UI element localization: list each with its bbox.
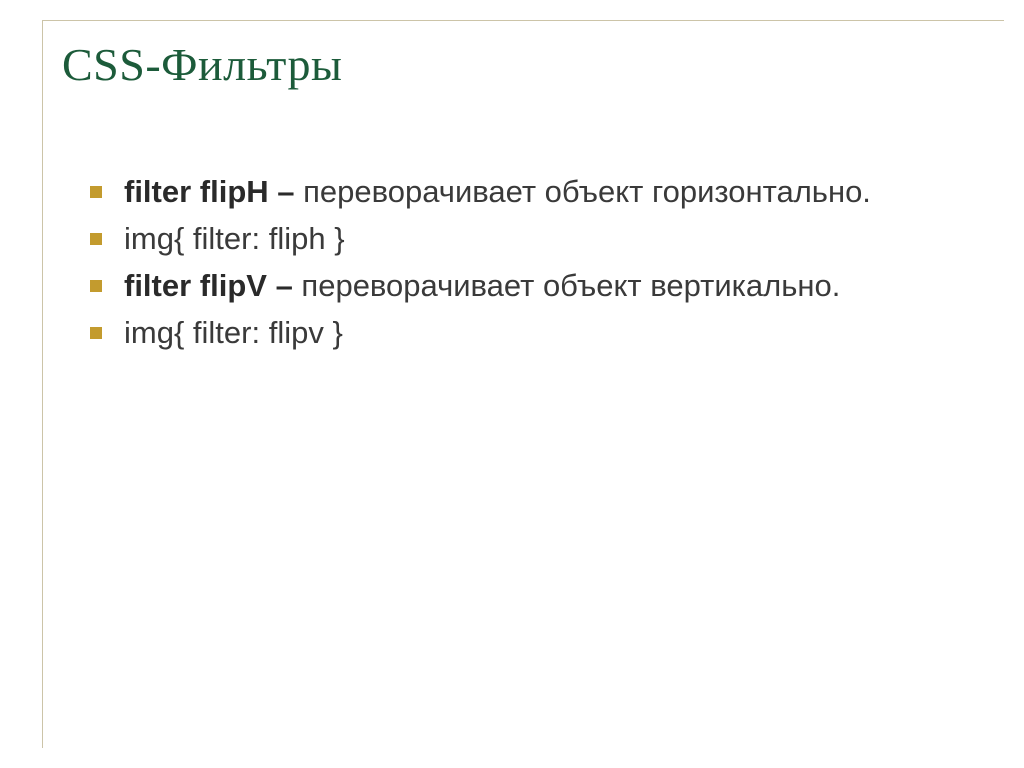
frame-left-line <box>42 20 43 748</box>
list-item-text: img{ filter: flipv } <box>124 315 343 350</box>
list-item-bold: filter flipH – <box>124 174 303 209</box>
slide-title: CSS-Фильтры <box>62 38 342 91</box>
list-item-text: переворачивает объект горизонтально. <box>303 174 871 209</box>
frame-top-line <box>42 20 1004 21</box>
list-item: img{ filter: fliph } <box>90 219 964 260</box>
slide-content: filter flipH – переворачивает объект гор… <box>90 172 964 360</box>
bullet-list: filter flipH – переворачивает объект гор… <box>90 172 964 354</box>
list-item: filter flipV – переворачивает объект вер… <box>90 266 964 307</box>
slide: CSS-Фильтры filter flipH – переворачивае… <box>0 0 1024 768</box>
list-item: img{ filter: flipv } <box>90 313 964 354</box>
list-item-text: img{ filter: fliph } <box>124 221 345 256</box>
list-item-bold: filter flipV – <box>124 268 301 303</box>
list-item-text: переворачивает объект вертикально. <box>301 268 840 303</box>
list-item: filter flipH – переворачивает объект гор… <box>90 172 964 213</box>
